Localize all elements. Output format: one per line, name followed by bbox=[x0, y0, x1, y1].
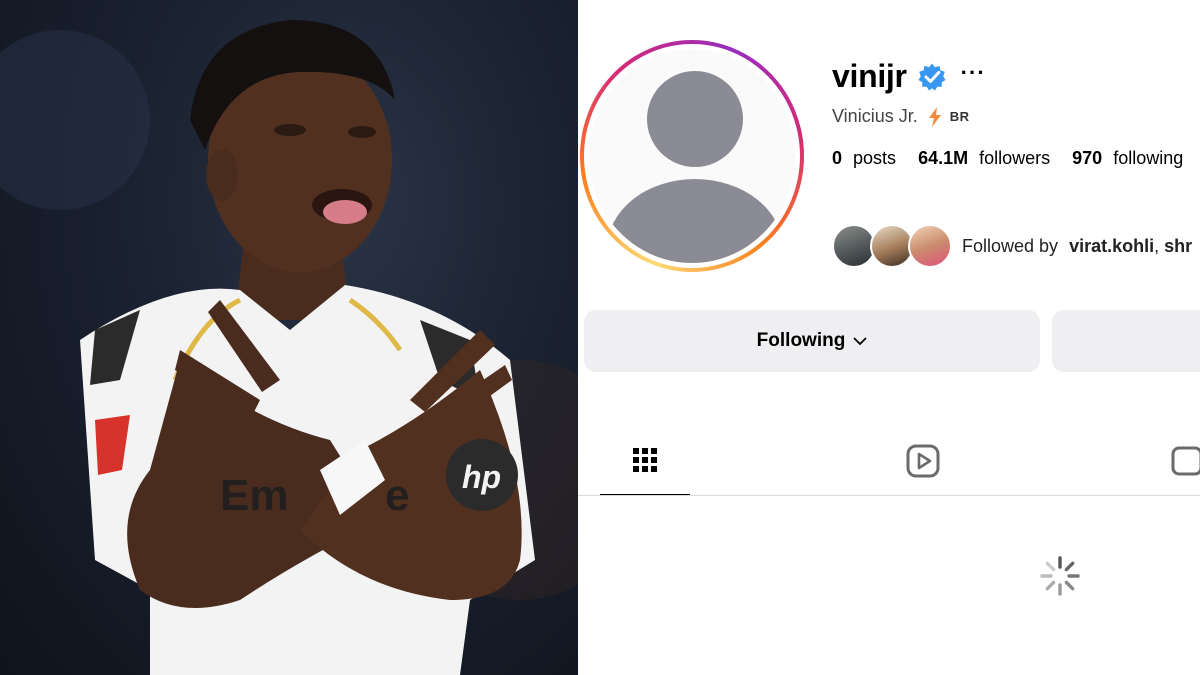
followed-by-text: Followed by virat.kohli, shr bbox=[962, 236, 1192, 257]
full-name-row: Vinicius Jr. BR bbox=[832, 106, 969, 127]
svg-text:Em: Em bbox=[220, 471, 288, 520]
tagged-icon bbox=[1171, 446, 1200, 476]
followed-by-more[interactable]: shr bbox=[1164, 236, 1192, 256]
full-name: Vinicius Jr. bbox=[832, 106, 918, 126]
loading-spinner-icon bbox=[1040, 556, 1080, 596]
story-ring[interactable] bbox=[580, 40, 804, 272]
username-row: vinijr ··· bbox=[832, 58, 986, 95]
tab-tagged[interactable] bbox=[1168, 444, 1200, 496]
followers-count: 64.1M bbox=[918, 148, 969, 168]
avatar-body-shape bbox=[607, 179, 783, 263]
more-options-icon[interactable]: ··· bbox=[961, 61, 986, 84]
following-button-label: Following bbox=[756, 330, 846, 351]
profile-stats: 0 posts 64.1M followers 970 following bbox=[832, 148, 1200, 169]
following-count: 970 bbox=[1072, 148, 1103, 168]
country-code: BR bbox=[949, 109, 970, 124]
followed-by-name[interactable]: virat.kohli bbox=[1069, 236, 1154, 256]
mutual-followers[interactable]: Followed by virat.kohli, shr bbox=[832, 224, 1192, 268]
tabs-divider bbox=[578, 495, 1200, 496]
message-button[interactable] bbox=[1052, 310, 1200, 372]
profile-panel: vinijr ··· Vinicius Jr. BR 0 posts 64.1M… bbox=[578, 0, 1200, 675]
chevron-down-icon bbox=[853, 336, 867, 345]
following-label: following bbox=[1113, 148, 1184, 168]
player-illustration: Em e hp bbox=[0, 20, 578, 675]
lightning-bolt-icon bbox=[928, 106, 941, 127]
posts-count: 0 bbox=[832, 148, 843, 168]
followers-label: followers bbox=[979, 148, 1051, 168]
followers-stat[interactable]: 64.1M followers bbox=[918, 148, 1050, 169]
tab-posts[interactable] bbox=[600, 444, 690, 496]
avatar-head-shape bbox=[647, 71, 743, 167]
verified-badge-icon bbox=[918, 63, 946, 90]
following-stat[interactable]: 970 following bbox=[1072, 148, 1183, 169]
following-button[interactable]: Following bbox=[584, 310, 1040, 372]
tab-reels[interactable] bbox=[878, 444, 968, 496]
username: vinijr bbox=[832, 58, 907, 94]
followed-by-prefix: Followed by bbox=[962, 235, 1059, 256]
reels-icon bbox=[906, 444, 940, 478]
grid-icon bbox=[633, 448, 657, 472]
svg-text:e: e bbox=[385, 471, 409, 520]
avatar-placeholder bbox=[589, 49, 795, 263]
svg-text:hp: hp bbox=[462, 459, 501, 495]
posts-label: posts bbox=[853, 148, 897, 168]
mutual-avatar bbox=[908, 224, 952, 268]
posts-stat: 0 posts bbox=[832, 148, 896, 169]
followed-by-separator: , bbox=[1154, 235, 1165, 256]
player-photo: Em e hp bbox=[0, 0, 578, 675]
mutual-avatars bbox=[832, 224, 952, 268]
